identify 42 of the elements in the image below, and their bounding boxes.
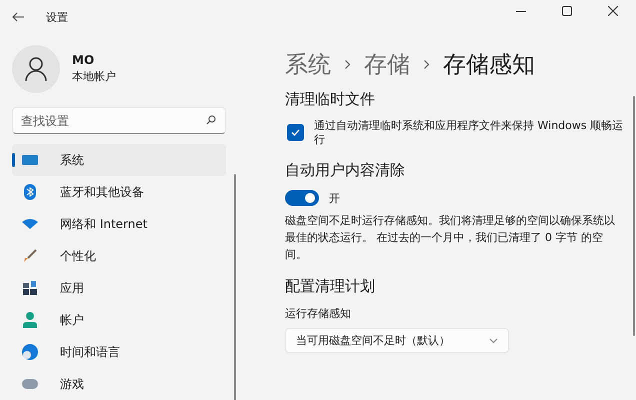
account-type: 本地帐户	[72, 69, 116, 84]
wifi-icon	[22, 219, 38, 229]
sidebar-item[interactable]: 时间和语言	[12, 336, 226, 368]
avatar	[12, 44, 60, 92]
toggle-switch[interactable]	[285, 190, 319, 206]
search-field[interactable]: 查找设置	[12, 107, 226, 134]
sidebar-item[interactable]: 游戏	[12, 368, 226, 400]
person-icon	[22, 312, 38, 328]
close-icon	[608, 6, 618, 16]
sidebar-item[interactable]: 网络和 Internet	[12, 208, 226, 240]
sidebar-item[interactable]: 个性化	[12, 240, 226, 272]
section-heading: 配置清理计划	[285, 277, 376, 296]
sidebar-item[interactable]: 帐户	[12, 304, 226, 336]
apps-icon	[22, 281, 38, 295]
section-heading: 清理临时文件	[285, 90, 376, 109]
description-text: 磁盘空间不足时运行存储感知。我们将清理足够的空间以确保系统以最佳的状态运行。 在过去的一个月中，我们已清理了 0 字节 的空间。	[285, 213, 616, 263]
bluetooth-icon	[22, 184, 38, 200]
sidebar-item[interactable]: 蓝牙和其他设备	[12, 176, 226, 208]
chevron-icon	[345, 60, 350, 68]
square-icon	[562, 6, 572, 16]
checkmark-icon	[291, 129, 300, 136]
search-icon	[206, 115, 216, 125]
section-heading: 自动用户内容清除	[285, 161, 406, 180]
minimize-icon	[516, 10, 526, 12]
chevron-icon	[424, 60, 429, 68]
account-name: MO	[72, 53, 96, 67]
toggle-label: 开	[329, 190, 340, 206]
dropdown-label: 运行存储感知	[285, 306, 352, 321]
dropdown[interactable]: 当可用磁盘空间不足时（默认）	[285, 328, 509, 353]
breadcrumb-item[interactable]: 存储	[364, 48, 410, 80]
sidebar-item[interactable]: 系统	[12, 144, 226, 176]
chevron-icon	[489, 338, 498, 344]
breadcrumb-item: 存储感知	[443, 50, 535, 80]
window-title: 设置	[46, 10, 68, 24]
checkbox[interactable]	[287, 124, 304, 141]
monitor-icon	[22, 154, 38, 166]
back-icon[interactable]	[12, 12, 24, 22]
sidebar-item[interactable]: 应用	[12, 272, 226, 304]
globe-icon	[22, 344, 38, 360]
checkbox-label: 通过自动清理临时系统和应用程序文件来保持 Windows 顺畅运行	[314, 119, 624, 147]
breadcrumb-item[interactable]: 系统	[285, 48, 331, 80]
brush-icon	[22, 249, 38, 263]
